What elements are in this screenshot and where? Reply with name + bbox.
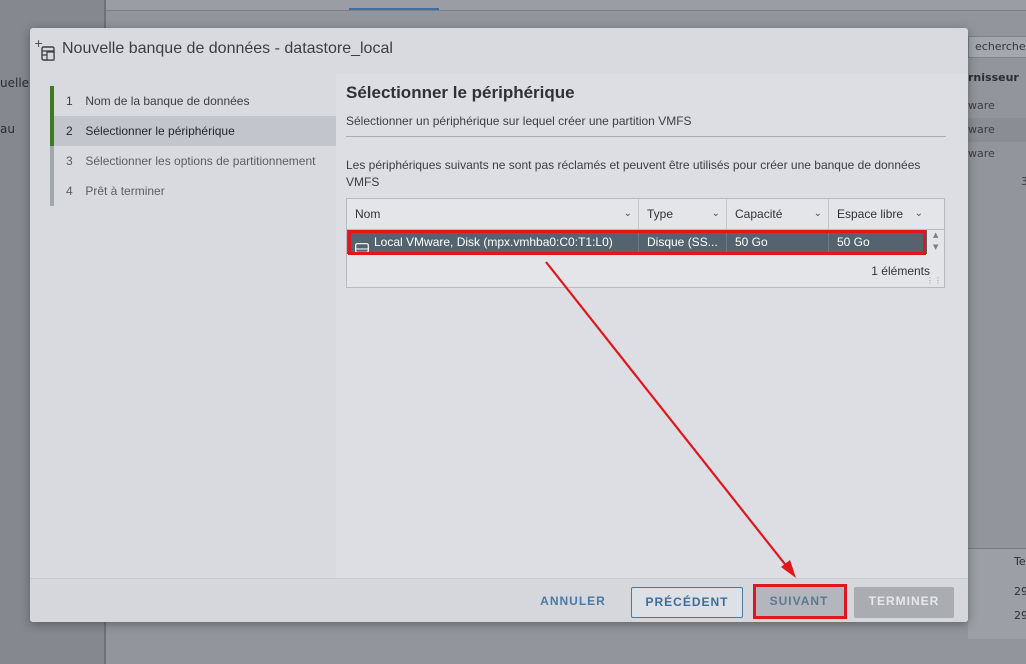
step-number: 2	[66, 124, 73, 138]
background-lower-panel: Terr 29/0 29/0	[968, 548, 1026, 639]
background-table-cell: 3	[1021, 175, 1026, 188]
wizard-stepper: 1 Nom de la banque de données 2 Sélectio…	[30, 74, 336, 578]
column-header-name[interactable]: Nom ⌄	[347, 199, 639, 229]
annotation-next-highlight	[753, 584, 847, 619]
step-label: Prêt à terminer	[85, 184, 165, 198]
column-label: Nom	[355, 207, 381, 221]
step-partition-options: 3 Sélectionner les options de partitionn…	[54, 146, 336, 176]
item-count: 1 éléments	[871, 264, 930, 278]
column-label: Espace libre	[837, 207, 904, 221]
cancel-button[interactable]: ANNULER	[526, 587, 620, 618]
page-description: Les périphériques suivants ne sont pas r…	[346, 158, 921, 189]
content-pane: Sélectionner le périphérique Sélectionne…	[336, 74, 968, 578]
datagrid-header: Nom ⌄ Type ⌄ Capacité ⌄ Espace libre ⌄	[347, 199, 944, 230]
new-datastore-icon: +	[34, 37, 58, 62]
step-number: 4	[66, 184, 73, 198]
finish-button: TERMINER	[854, 587, 954, 618]
previous-button[interactable]: PRÉCÉDENT	[631, 587, 743, 618]
page-title: Sélectionner le périphérique	[346, 83, 575, 102]
background-table-cell: ware	[968, 147, 995, 160]
background-table-cell: ware	[968, 99, 995, 112]
chevron-down-icon[interactable]: ⌄	[624, 199, 632, 229]
background-label: au	[0, 122, 15, 136]
wizard-content: Sélectionner le périphérique Sélectionne…	[336, 74, 968, 578]
background-active-tab-indicator	[349, 8, 439, 10]
step-label: Sélectionner le périphérique	[85, 124, 235, 138]
page-subtitle: Sélectionner un périphérique sur lequel …	[346, 114, 692, 128]
scroll-down-icon[interactable]: ▼	[933, 243, 938, 251]
dialog-title: Nouvelle banque de données - datastore_l…	[62, 40, 393, 57]
background-label: Terr	[1014, 555, 1026, 568]
chevron-down-icon[interactable]: ⌄	[814, 199, 822, 229]
step-name[interactable]: 1 Nom de la banque de données	[54, 86, 336, 116]
datagrid-scrollbar[interactable]: ▲ ▼	[930, 230, 944, 254]
step-number: 3	[66, 154, 73, 168]
step-label: Nom de la banque de données	[85, 94, 250, 108]
datagrid-footer: 1 éléments	[347, 259, 944, 287]
background-label: 29/0	[1014, 609, 1026, 622]
background-tabbar	[106, 0, 1026, 11]
step-label: Sélectionner les options de partitionnem…	[85, 154, 316, 168]
column-header-type[interactable]: Type ⌄	[639, 199, 727, 229]
divider	[346, 136, 946, 137]
chevron-down-icon[interactable]: ⌄	[712, 199, 720, 229]
background-table-cell: ware	[968, 118, 1026, 142]
annotation-row-highlight	[348, 230, 926, 255]
background-label: uelle	[0, 76, 30, 90]
background-label: 29/0	[1014, 585, 1026, 598]
step-select-device[interactable]: 2 Sélectionner le périphérique	[54, 116, 336, 146]
step-number: 1	[66, 94, 73, 108]
column-label: Type	[647, 207, 674, 221]
step-ready-to-complete: 4 Prêt à terminer	[54, 176, 336, 206]
resize-grip-icon[interactable]: ⋮⋮	[926, 276, 942, 285]
scroll-up-icon[interactable]: ▲	[933, 231, 938, 239]
dialog-header: + Nouvelle banque de données - datastore…	[30, 28, 968, 74]
column-label: Capacité	[735, 207, 783, 221]
background-search-input[interactable]: echerche	[968, 36, 1026, 58]
column-header-free-space[interactable]: Espace libre ⌄	[829, 199, 929, 229]
chevron-down-icon[interactable]: ⌄	[915, 199, 923, 229]
column-header-capacity[interactable]: Capacité ⌄	[727, 199, 829, 229]
new-datastore-dialog: + Nouvelle banque de données - datastore…	[30, 28, 968, 622]
background-column-header: rnisseur	[968, 71, 1019, 84]
